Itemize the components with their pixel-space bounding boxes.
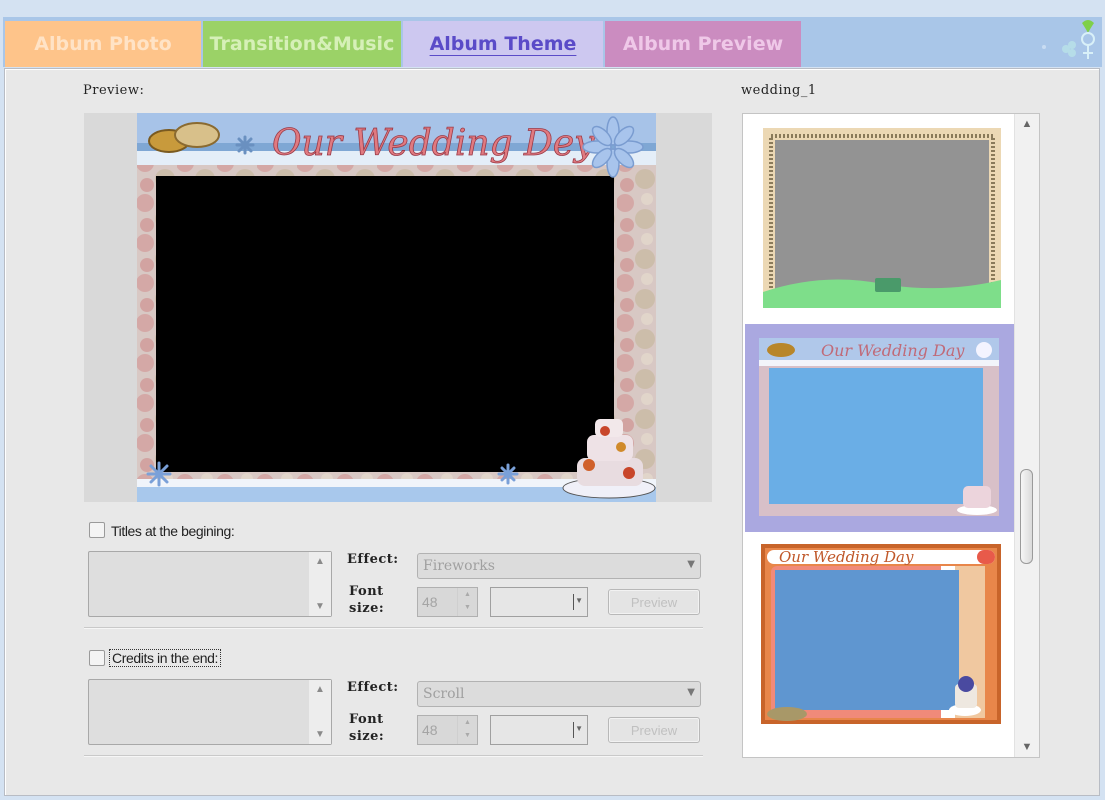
theme-thumbnail: Our Wedding Day — [759, 338, 999, 516]
credits-font-size-spinner[interactable]: 48 ▲ ▼ — [417, 715, 478, 745]
font-label-line1: Font — [349, 712, 384, 727]
credits-textarea[interactable]: ▲ ▼ — [88, 679, 332, 745]
scrollbar-thumb[interactable] — [1020, 469, 1033, 564]
scroll-down-icon[interactable]: ▼ — [309, 729, 331, 740]
font-label-line2: size: — [349, 601, 385, 616]
divider — [84, 755, 703, 757]
theme-item-our-wedding-day-blue[interactable]: Our Wedding Day — [745, 324, 1015, 532]
preview-label: Preview: — [83, 83, 145, 98]
tab-transition-music[interactable]: Transition&Music — [203, 21, 401, 67]
credits-preview-button[interactable]: Preview — [608, 717, 700, 743]
theme-thumbnail: Our Wedding Day — [761, 544, 1001, 724]
theme-item-our-wedding-day-orange[interactable]: Our Wedding Day — [745, 532, 1015, 742]
tab-label: Album Theme — [429, 33, 577, 55]
chevron-down-icon: ▼ — [575, 596, 583, 605]
titles-effect-value: Fireworks — [423, 558, 495, 574]
credits-effect-value: Scroll — [423, 686, 465, 702]
credits-label: Credits in the end: — [109, 649, 222, 667]
titles-font-size-spinner[interactable]: 48 ▲ ▼ — [417, 587, 478, 617]
theme-list: Our Wedding Day Our Wedding Day ▲ ▼ — [742, 113, 1040, 758]
titles-preview-button[interactable]: Preview — [608, 589, 700, 615]
titles-label: Titles at the begining: — [111, 523, 235, 539]
font-label-line1: Font — [349, 584, 384, 599]
tab-label: Album Photo — [34, 33, 172, 55]
theme-item-gold-border[interactable] — [745, 114, 1015, 324]
text-cursor — [573, 722, 574, 738]
divider — [84, 627, 703, 629]
tab-label: Album Preview — [622, 33, 784, 55]
tab-album-theme[interactable]: Album Theme — [403, 21, 603, 67]
font-label-line2: size: — [349, 729, 385, 744]
album-theme-panel: Preview: Our Wedding Dey Titles at the b… — [4, 68, 1100, 796]
theme-thumbnail-title: Our Wedding Day — [779, 548, 914, 566]
theme-preview: Our Wedding Dey — [84, 113, 712, 502]
theme-category-label: wedding_1 — [741, 83, 817, 98]
titles-font-size-label: Font size: — [349, 583, 384, 617]
scroll-up-icon[interactable]: ▲ — [309, 556, 331, 567]
titles-effect-label: Effect: — [347, 552, 399, 567]
chevron-down-icon: ▼ — [687, 687, 695, 698]
credits-effect-label: Effect: — [347, 680, 399, 695]
titles-effect-select[interactable]: Fireworks ▼ — [417, 553, 701, 579]
tab-album-photo[interactable]: Album Photo — [5, 21, 201, 67]
titles-font-combo[interactable]: ▼ — [490, 587, 588, 617]
tab-bar: Album Photo Transition&Music Album Theme… — [3, 17, 1102, 67]
titles-textarea-scrollbar[interactable]: ▲ ▼ — [309, 552, 331, 616]
tab-label: Transition&Music — [209, 33, 395, 55]
spinner-arrows-icon[interactable]: ▲ ▼ — [457, 588, 477, 616]
chevron-down-icon: ▼ — [687, 559, 695, 570]
credits-font-size-value: 48 — [422, 722, 438, 738]
titles-checkbox[interactable] — [89, 522, 105, 538]
scroll-up-icon[interactable]: ▲ — [1015, 118, 1039, 130]
flower-logo-icon — [1042, 20, 1095, 59]
credits-textarea-scrollbar[interactable]: ▲ ▼ — [309, 680, 331, 744]
frame-title-text: Our Wedding Dey — [272, 123, 595, 164]
titles-font-size-value: 48 — [422, 594, 438, 610]
credits-font-combo[interactable]: ▼ — [490, 715, 588, 745]
text-cursor — [573, 594, 574, 610]
theme-thumbnail-title: Our Wedding Day — [821, 341, 965, 360]
credits-font-size-label: Font size: — [349, 711, 384, 745]
scroll-up-icon[interactable]: ▲ — [309, 684, 331, 695]
theme-list-scrollbar[interactable]: ▲ ▼ — [1014, 114, 1039, 757]
credits-effect-select[interactable]: Scroll ▼ — [417, 681, 701, 707]
tab-album-preview[interactable]: Album Preview — [605, 21, 801, 67]
titles-textarea[interactable]: ▲ ▼ — [88, 551, 332, 617]
spinner-arrows-icon[interactable]: ▲ ▼ — [457, 716, 477, 744]
credits-checkbox[interactable] — [89, 650, 105, 666]
wedding-frame-image: Our Wedding Dey — [137, 113, 656, 502]
chevron-down-icon: ▼ — [575, 724, 583, 733]
scroll-down-icon[interactable]: ▼ — [1015, 741, 1039, 753]
scroll-down-icon[interactable]: ▼ — [309, 601, 331, 612]
theme-thumbnail — [763, 128, 1001, 308]
